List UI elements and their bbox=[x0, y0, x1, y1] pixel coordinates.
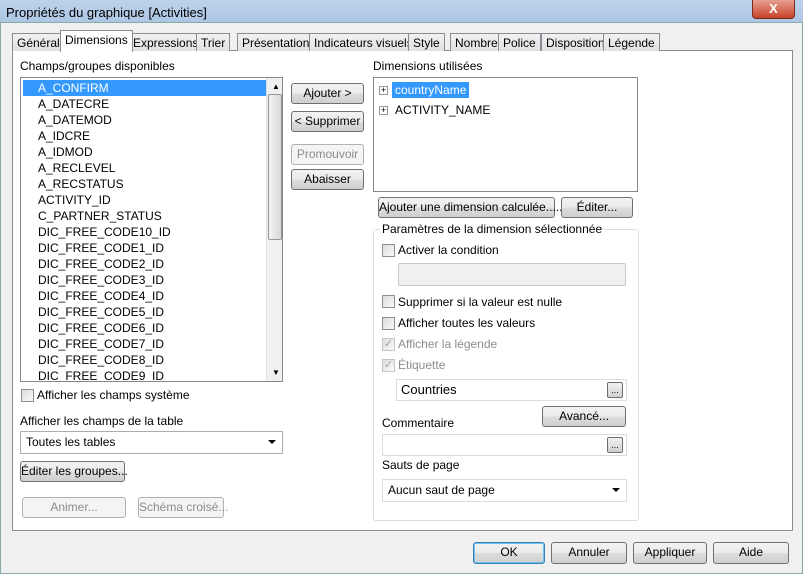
enable-condition-label: Activer la condition bbox=[398, 243, 499, 257]
label-checkbox[interactable]: ✓ bbox=[382, 359, 395, 372]
close-button[interactable]: X bbox=[752, 0, 795, 19]
edit-button[interactable]: Éditer... bbox=[561, 197, 633, 218]
available-fields-label: Champs/groupes disponibles bbox=[20, 59, 175, 73]
field-item[interactable]: A_RECSTATUS bbox=[38, 176, 124, 192]
chevron-down-icon bbox=[612, 488, 620, 492]
field-item[interactable]: DIC_FREE_CODE9_ID bbox=[38, 368, 164, 381]
chevron-down-icon bbox=[268, 440, 276, 444]
show-all-values-checkbox[interactable] bbox=[382, 317, 395, 330]
label-input[interactable]: Countries bbox=[396, 379, 627, 401]
used-dimensions-label: Dimensions utilisées bbox=[373, 59, 483, 73]
help-button[interactable]: Aide bbox=[713, 542, 789, 564]
tab-trier[interactable]: Trier bbox=[196, 33, 231, 51]
advanced-button[interactable]: Avancé... bbox=[542, 406, 626, 427]
remove-button[interactable]: < Supprimer bbox=[291, 111, 364, 132]
table-select-value: Toutes les tables bbox=[26, 435, 116, 449]
label-expression-button[interactable]: ... bbox=[607, 382, 623, 398]
expand-icon[interactable]: + bbox=[379, 86, 388, 95]
apply-button[interactable]: Appliquer bbox=[633, 542, 707, 564]
field-item[interactable]: A_CONFIRM bbox=[23, 80, 266, 96]
field-item[interactable]: A_DATEMOD bbox=[38, 112, 112, 128]
table-select[interactable]: Toutes les tables bbox=[20, 431, 283, 454]
page-breaks-label: Sauts de page bbox=[382, 458, 460, 472]
field-item[interactable]: ACTIVITY_ID bbox=[38, 192, 111, 208]
tab-indicateurs[interactable]: Indicateurs visuels bbox=[309, 33, 418, 51]
field-item[interactable]: DIC_FREE_CODE1_ID bbox=[38, 240, 164, 256]
field-item[interactable]: A_RECLEVEL bbox=[38, 160, 115, 176]
cross-table-button[interactable]: Schéma croisé... bbox=[138, 497, 228, 518]
edit-groups-button[interactable]: Éditer les groupes... bbox=[20, 461, 128, 482]
tab-general[interactable]: Général bbox=[12, 33, 65, 51]
show-legend-label: Afficher la légende bbox=[398, 337, 498, 351]
tab-disposition[interactable]: Disposition bbox=[541, 33, 610, 51]
ok-button[interactable]: OK bbox=[473, 542, 545, 564]
field-item[interactable]: C_PARTNER_STATUS bbox=[38, 208, 162, 224]
field-item[interactable]: DIC_FREE_CODE3_ID bbox=[38, 272, 164, 288]
dimension-item[interactable]: ACTIVITY_NAME bbox=[392, 102, 493, 118]
tab-style[interactable]: Style bbox=[408, 33, 445, 51]
scroll-down-icon[interactable]: ▼ bbox=[272, 368, 280, 377]
window-title: Propriétés du graphique [Activities] bbox=[6, 5, 207, 20]
condition-input[interactable] bbox=[398, 263, 626, 286]
tab-nombre[interactable]: Nombre bbox=[450, 33, 503, 51]
scroll-up-icon[interactable]: ▲ bbox=[272, 82, 280, 91]
comment-input[interactable] bbox=[382, 434, 627, 456]
field-item[interactable]: DIC_FREE_CODE8_ID bbox=[38, 352, 164, 368]
scroll-thumb[interactable] bbox=[268, 94, 282, 240]
field-item[interactable]: A_DATECRE bbox=[38, 96, 109, 112]
enable-condition-checkbox[interactable] bbox=[382, 244, 395, 257]
system-fields-checkbox[interactable] bbox=[21, 389, 34, 402]
comment-label: Commentaire bbox=[382, 416, 455, 430]
suppress-null-label: Supprimer si la valeur est nulle bbox=[398, 295, 563, 309]
field-item[interactable]: DIC_FREE_CODE5_ID bbox=[38, 304, 164, 320]
show-legend-checkbox[interactable]: ✓ bbox=[382, 338, 395, 351]
label-checkbox-label: Étiquette bbox=[398, 358, 446, 372]
add-calculated-dimension-button[interactable]: Ajouter une dimension calculée...... bbox=[378, 197, 566, 218]
label-value: Countries bbox=[401, 382, 457, 397]
expand-icon[interactable]: + bbox=[379, 106, 388, 115]
field-item[interactable]: DIC_FREE_CODE2_ID bbox=[38, 256, 164, 272]
tab-legende[interactable]: Légende bbox=[603, 33, 660, 51]
tab-presentation[interactable]: Présentation bbox=[237, 33, 315, 51]
available-fields-list[interactable]: A_CONFIRM A_DATECRE A_DATEMOD A_IDCRE A_IDMO… bbox=[20, 77, 283, 382]
page-breaks-value: Aucun saut de page bbox=[388, 483, 495, 497]
field-item[interactable]: DIC_FREE_CODE7_ID bbox=[38, 336, 164, 352]
comment-expression-button[interactable]: ... bbox=[607, 437, 623, 453]
tab-dimensions[interactable]: Dimensions bbox=[60, 30, 133, 52]
animate-button[interactable]: Animer... bbox=[22, 497, 126, 518]
suppress-null-checkbox[interactable] bbox=[382, 295, 395, 308]
cancel-button[interactable]: Annuler bbox=[551, 542, 627, 564]
add-button[interactable]: Ajouter > bbox=[291, 83, 364, 104]
field-item[interactable]: DIC_FREE_CODE10_ID bbox=[38, 224, 171, 240]
scrollbar[interactable]: ▲ ▼ bbox=[266, 78, 282, 381]
table-fields-label: Afficher les champs de la table bbox=[20, 414, 184, 428]
tab-expressions[interactable]: Expressions bbox=[128, 33, 204, 51]
system-fields-label: Afficher les champs système bbox=[37, 388, 190, 402]
page-breaks-select[interactable]: Aucun saut de page bbox=[382, 479, 627, 502]
field-item[interactable]: A_IDMOD bbox=[38, 144, 93, 160]
field-item[interactable]: A_IDCRE bbox=[38, 128, 90, 144]
used-dimensions-tree[interactable]: + countryName + ACTIVITY_NAME bbox=[373, 77, 638, 192]
demote-button[interactable]: Abaisser bbox=[291, 169, 364, 190]
group-title: Paramètres de la dimension sélectionnée bbox=[380, 222, 605, 236]
tab-police[interactable]: Police bbox=[498, 33, 541, 51]
promote-button[interactable]: Promouvoir bbox=[291, 144, 364, 165]
show-all-values-label: Afficher toutes les valeurs bbox=[398, 316, 536, 330]
field-item[interactable]: DIC_FREE_CODE6_ID bbox=[38, 320, 164, 336]
dimension-item[interactable]: countryName bbox=[392, 82, 470, 98]
field-item[interactable]: DIC_FREE_CODE4_ID bbox=[38, 288, 164, 304]
